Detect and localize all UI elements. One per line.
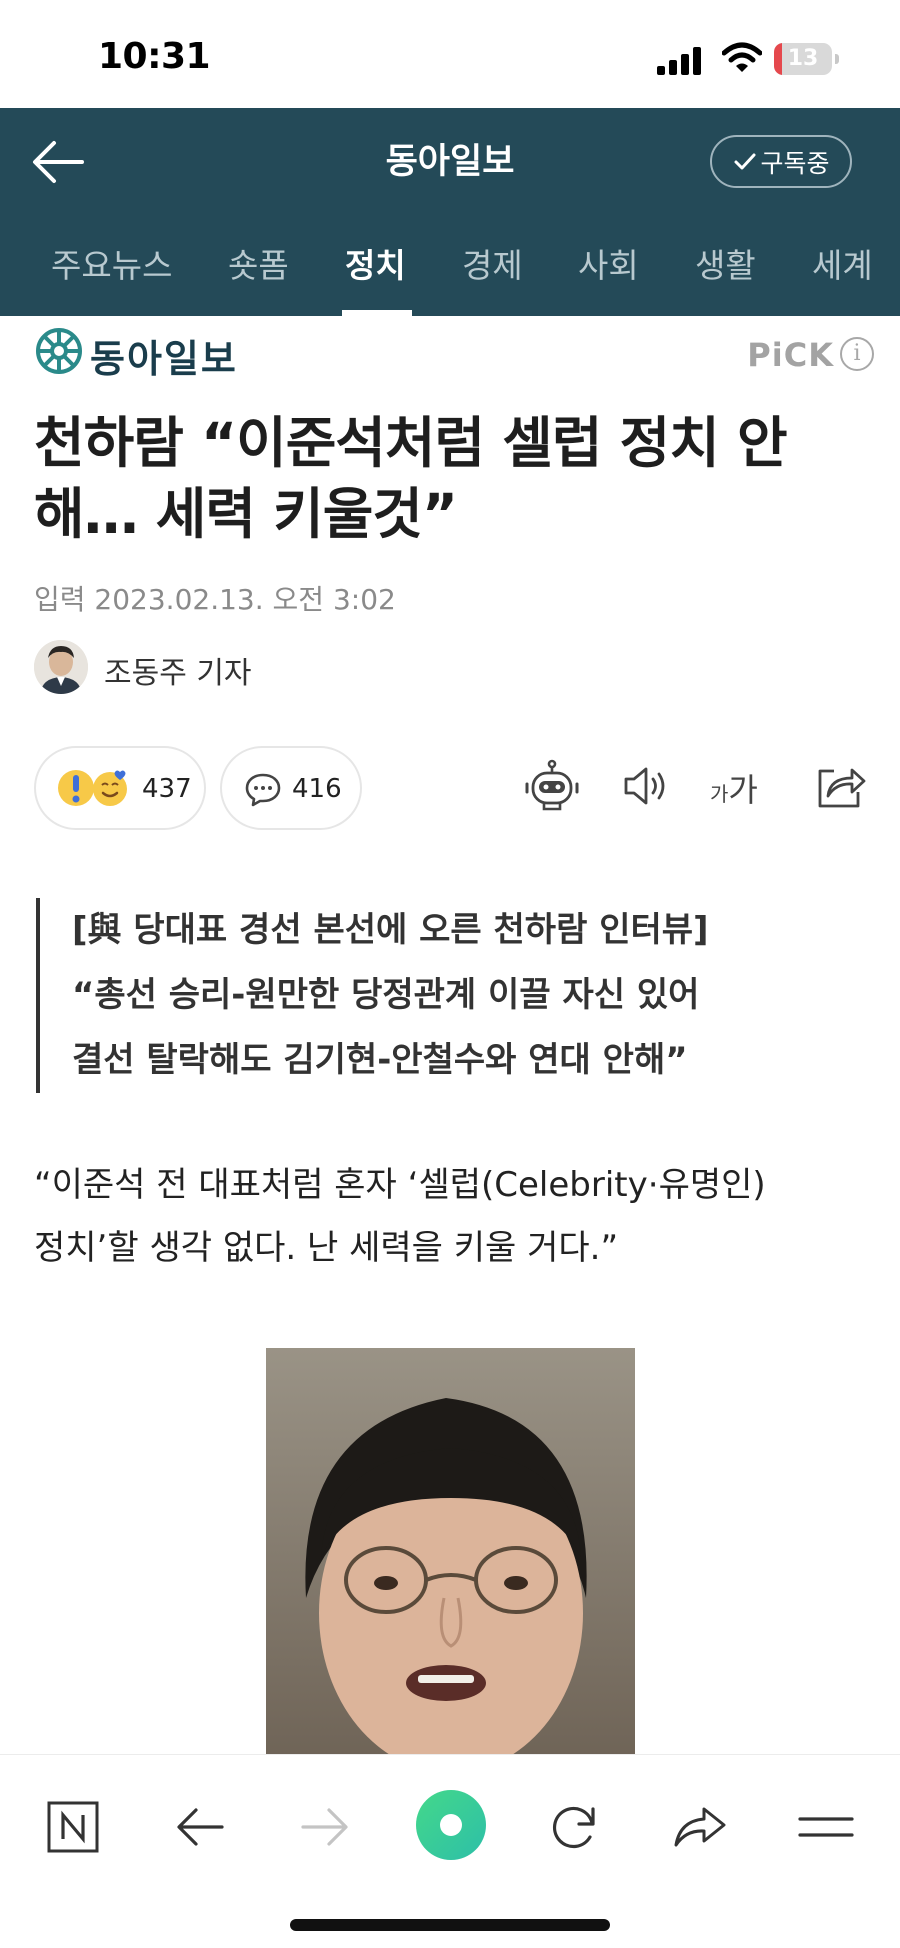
naver-n-icon[interactable] (43, 1797, 103, 1857)
reaction-button[interactable]: 437 (34, 746, 206, 830)
comment-count: 416 (292, 774, 342, 804)
article-photo[interactable] (266, 1348, 635, 1758)
share-arrow-icon[interactable] (670, 1797, 730, 1857)
comment-button[interactable]: 416 (220, 746, 362, 830)
headline-line: 해… 세력 키울것” (34, 482, 458, 546)
green-dot-icon[interactable] (414, 1788, 488, 1862)
reaction-count: 437 (142, 774, 192, 804)
info-icon[interactable]: i (840, 337, 874, 371)
font-size-large-glyph: 가 (728, 771, 758, 809)
body-paragraph-line: 정치’할 생각 없다. 난 세력을 키울 거다.” (34, 1228, 619, 1268)
speech-bubble-icon (245, 773, 281, 807)
battery-indicator: 13 (774, 43, 840, 75)
article-headline: 천하람 “이준석처럼 셀럽 정치 안 해… 세력 키울것” (34, 408, 866, 550)
font-size-icon[interactable]: 가가 (710, 765, 770, 815)
author-name[interactable]: 조동주 기자 (104, 648, 252, 692)
back-arrow-icon[interactable] (170, 1797, 230, 1857)
press-logo-icon[interactable] (34, 326, 84, 376)
browser-toolbar (0, 1754, 900, 1948)
summary-line: 결선 탈락해도 김기현-안철수와 연대 안해” (72, 1040, 688, 1080)
back-arrow-icon[interactable] (30, 138, 86, 186)
press-row: 동아일보 PiCK i (34, 326, 874, 382)
tab-economy[interactable]: 경제 (462, 216, 523, 316)
status-bar: 10:31 13 (0, 0, 900, 108)
status-time: 10:31 (98, 36, 211, 77)
font-size-small-glyph: 가 (710, 782, 729, 806)
summary-line: “총선 승리-원만한 당정관계 이끌 자신 있어 (72, 975, 700, 1015)
refresh-icon[interactable] (544, 1797, 604, 1857)
avatar[interactable] (34, 640, 88, 694)
app-header: 동아일보 구독중 (0, 108, 900, 216)
category-tabs: 주요뉴스 숏폼 정치 경제 사회 생활 세계 (0, 216, 900, 316)
article-summary: [與 당대표 경선 본선에 오른 천하람 인터뷰] “총선 승리-원만한 당정관… (36, 898, 856, 1093)
tab-politics[interactable]: 정치 (345, 216, 406, 316)
tab-main-news[interactable]: 주요뉴스 (51, 216, 172, 316)
speaker-icon[interactable] (618, 758, 674, 814)
summary-line: [與 당대표 경선 본선에 오른 천하람 인터뷰] (72, 910, 709, 950)
tab-world[interactable]: 세계 (812, 216, 873, 316)
check-icon (734, 153, 756, 169)
share-icon[interactable] (812, 758, 868, 814)
active-tab-indicator (342, 310, 412, 316)
pick-badge: PiCK (747, 336, 834, 374)
tab-life[interactable]: 생활 (695, 216, 756, 316)
body-paragraph-line: “이준석 전 대표처럼 혼자 ‘셀럽(Celebrity·유명인) (34, 1165, 766, 1205)
forward-arrow-icon[interactable] (295, 1797, 355, 1857)
subscribe-button[interactable]: 구독중 (710, 135, 852, 188)
subscribe-label: 구독중 (760, 148, 830, 178)
battery-level-text: 13 (787, 46, 819, 71)
headline-line: 천하람 “이준석처럼 셀럽 정치 안 (34, 411, 788, 475)
tab-society[interactable]: 사회 (578, 216, 639, 316)
love-emoji-icon (93, 770, 127, 806)
article-date: 입력 2023.02.13. 오전 3:02 (34, 583, 396, 616)
wifi-icon (722, 42, 762, 72)
press-name[interactable]: 동아일보 (90, 328, 238, 383)
home-indicator[interactable] (290, 1919, 610, 1931)
signal-icon (657, 47, 701, 75)
article-body: “이준석 전 대표처럼 혼자 ‘셀럽(Celebrity·유명인) 정치’할 생… (34, 1154, 866, 1280)
tab-shortform[interactable]: 숏폼 (228, 216, 289, 316)
menu-icon[interactable] (796, 1797, 856, 1857)
robot-icon[interactable] (524, 758, 580, 814)
